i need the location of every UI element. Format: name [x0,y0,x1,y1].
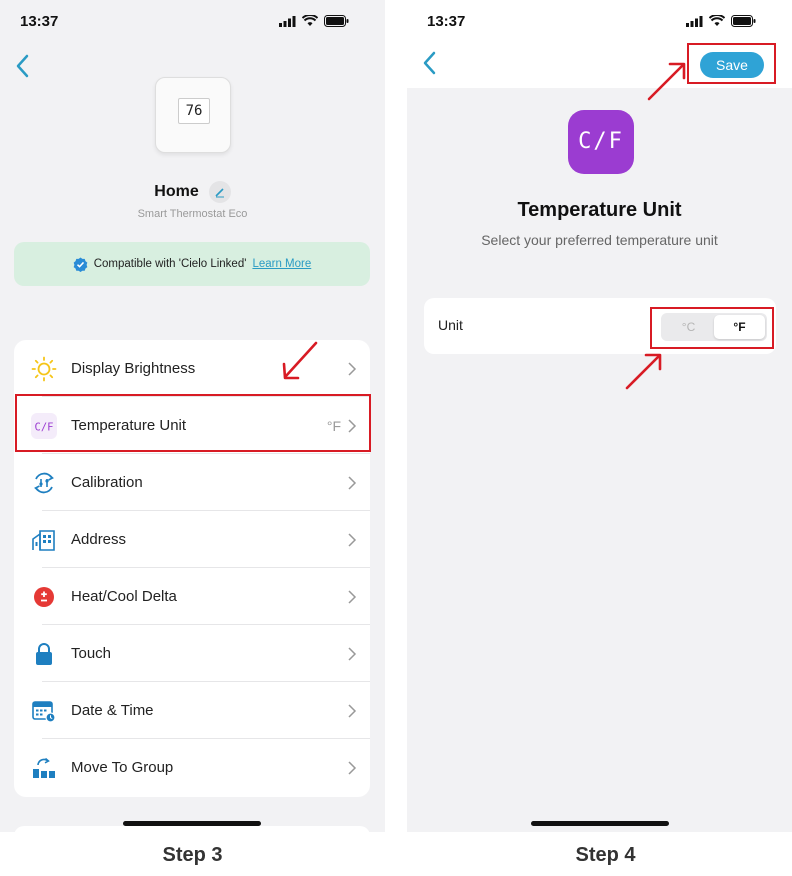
compatibility-text: Compatible with 'Cielo Linked' [93,258,247,270]
learn-more-link[interactable]: Learn More [252,258,311,270]
status-bar: 13:37 [0,0,385,44]
device-name: Home [154,183,199,200]
thermostat-image: 76 [155,77,231,153]
menu-item-touch[interactable]: Touch [14,625,370,682]
status-icons [279,15,349,27]
highlight-unit-control [650,307,774,349]
step4-label: Step 4 [575,844,636,866]
chevron-right-icon [348,646,357,661]
home-indicator [531,821,669,826]
status-icons [686,15,756,27]
unit-label: Unit [438,317,463,333]
status-time: 13:37 [427,13,466,30]
chevron-right-icon [348,760,357,775]
status-time: 13:37 [20,13,59,30]
highlight-temperature-unit [15,394,371,452]
menu-item-calibration[interactable]: Calibration [14,454,370,511]
page-title: Temperature Unit [517,199,682,221]
thermostat-screen: 76 [178,98,210,124]
menu-item-label: Touch [71,645,112,662]
menu-item-move-to-group[interactable]: Move To Group [14,739,370,796]
edit-name-button[interactable] [208,181,231,203]
signal-icon [279,15,296,27]
device-model: Smart Thermostat Eco [137,208,248,220]
sun-icon [31,356,57,382]
wifi-icon [302,15,318,26]
chevron-right-icon [348,475,357,490]
step3-label: Step 3 [162,844,223,866]
plus-minus-icon [31,584,57,610]
highlight-save-button [687,43,776,84]
bottom-card [14,826,370,832]
annotation-arrow [647,62,686,101]
wifi-icon [709,15,725,26]
menu-item-label: Calibration [71,474,143,491]
back-button[interactable] [420,50,440,76]
menu-item-address[interactable]: Address [14,511,370,568]
cf-icon: C/F [568,110,634,174]
device-title: Home [0,181,385,203]
annotation-arrow [282,341,318,380]
signal-icon [686,15,703,27]
battery-icon [324,15,349,27]
pencil-icon [215,188,224,198]
chevron-right-icon [348,703,357,718]
step4-screen: 13:37 Save C/F Temperature Unit Select y… [407,0,792,832]
home-indicator [123,821,261,826]
page-subtitle: Select your preferred temperature unit [481,232,718,248]
status-bar: 13:37 [407,0,792,44]
calendar-icon [31,698,57,724]
chevron-right-icon [348,532,357,547]
menu-item-heat-cool-delta[interactable]: Heat/Cool Delta [14,568,370,625]
move-group-icon [31,755,57,781]
back-button[interactable] [13,53,33,79]
verified-check-icon [73,256,88,272]
battery-icon [731,15,756,27]
building-icon [31,527,57,553]
menu-item-label: Display Brightness [71,360,196,377]
menu-item-label: Address [71,531,127,548]
menu-item-label: Move To Group [71,759,174,776]
chevron-right-icon [348,589,357,604]
annotation-arrow [625,353,662,390]
compatibility-banner: Compatible with 'Cielo Linked' Learn Mor… [14,242,370,286]
chevron-right-icon [348,361,357,376]
menu-item-label: Date & Time [71,702,154,719]
menu-item-date-time[interactable]: Date & Time [14,682,370,739]
calibration-icon [31,470,57,496]
menu-item-label: Heat/Cool Delta [71,588,177,605]
lock-icon [31,641,57,667]
